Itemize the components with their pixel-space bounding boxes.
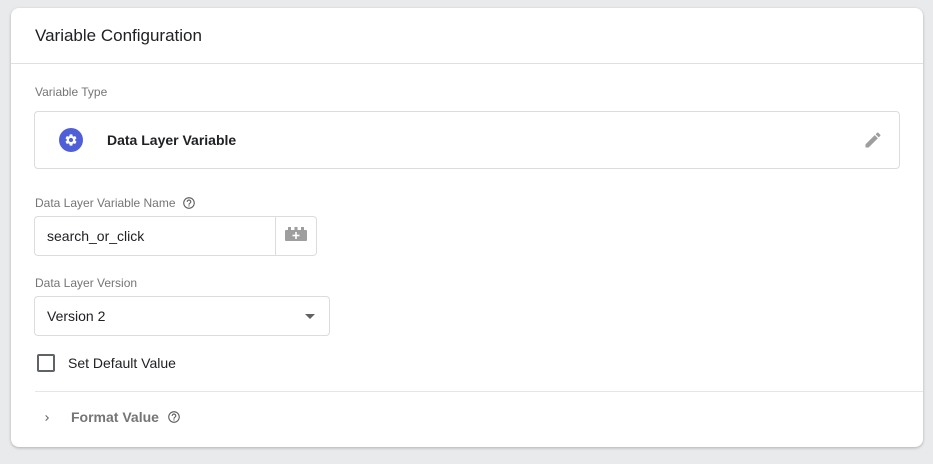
chevron-right-icon bbox=[41, 411, 53, 423]
card-title: Variable Configuration bbox=[11, 8, 923, 64]
variable-type-box[interactable]: Data Layer Variable bbox=[34, 111, 900, 169]
variable-name-input[interactable] bbox=[34, 216, 276, 256]
help-icon[interactable] bbox=[182, 196, 196, 210]
format-value-label: Format Value bbox=[71, 409, 159, 425]
variable-type-label: Variable Type bbox=[35, 85, 108, 99]
variable-type-name: Data Layer Variable bbox=[107, 132, 237, 148]
format-value-toggle[interactable]: Format Value bbox=[41, 409, 181, 425]
brick-plus-icon bbox=[284, 226, 308, 247]
gear-icon bbox=[59, 128, 83, 152]
pencil-icon[interactable] bbox=[863, 130, 883, 150]
version-dropdown[interactable]: Version 2 bbox=[34, 296, 330, 336]
version-selected: Version 2 bbox=[47, 308, 106, 324]
version-label: Data Layer Version bbox=[35, 276, 138, 290]
variable-name-input-group bbox=[34, 216, 317, 256]
variable-name-label: Data Layer Variable Name bbox=[35, 196, 176, 210]
variable-name-label-row: Data Layer Variable Name bbox=[35, 196, 196, 210]
caret-down-icon bbox=[305, 313, 315, 319]
variable-configuration-card: Variable Configuration Variable Type Dat… bbox=[11, 8, 923, 447]
default-value-checkbox[interactable] bbox=[37, 354, 55, 372]
default-value-label: Set Default Value bbox=[68, 355, 176, 371]
help-icon[interactable] bbox=[167, 410, 181, 424]
default-value-checkbox-row[interactable]: Set Default Value bbox=[37, 354, 176, 372]
variable-picker-button[interactable] bbox=[276, 216, 317, 256]
divider bbox=[35, 391, 923, 392]
